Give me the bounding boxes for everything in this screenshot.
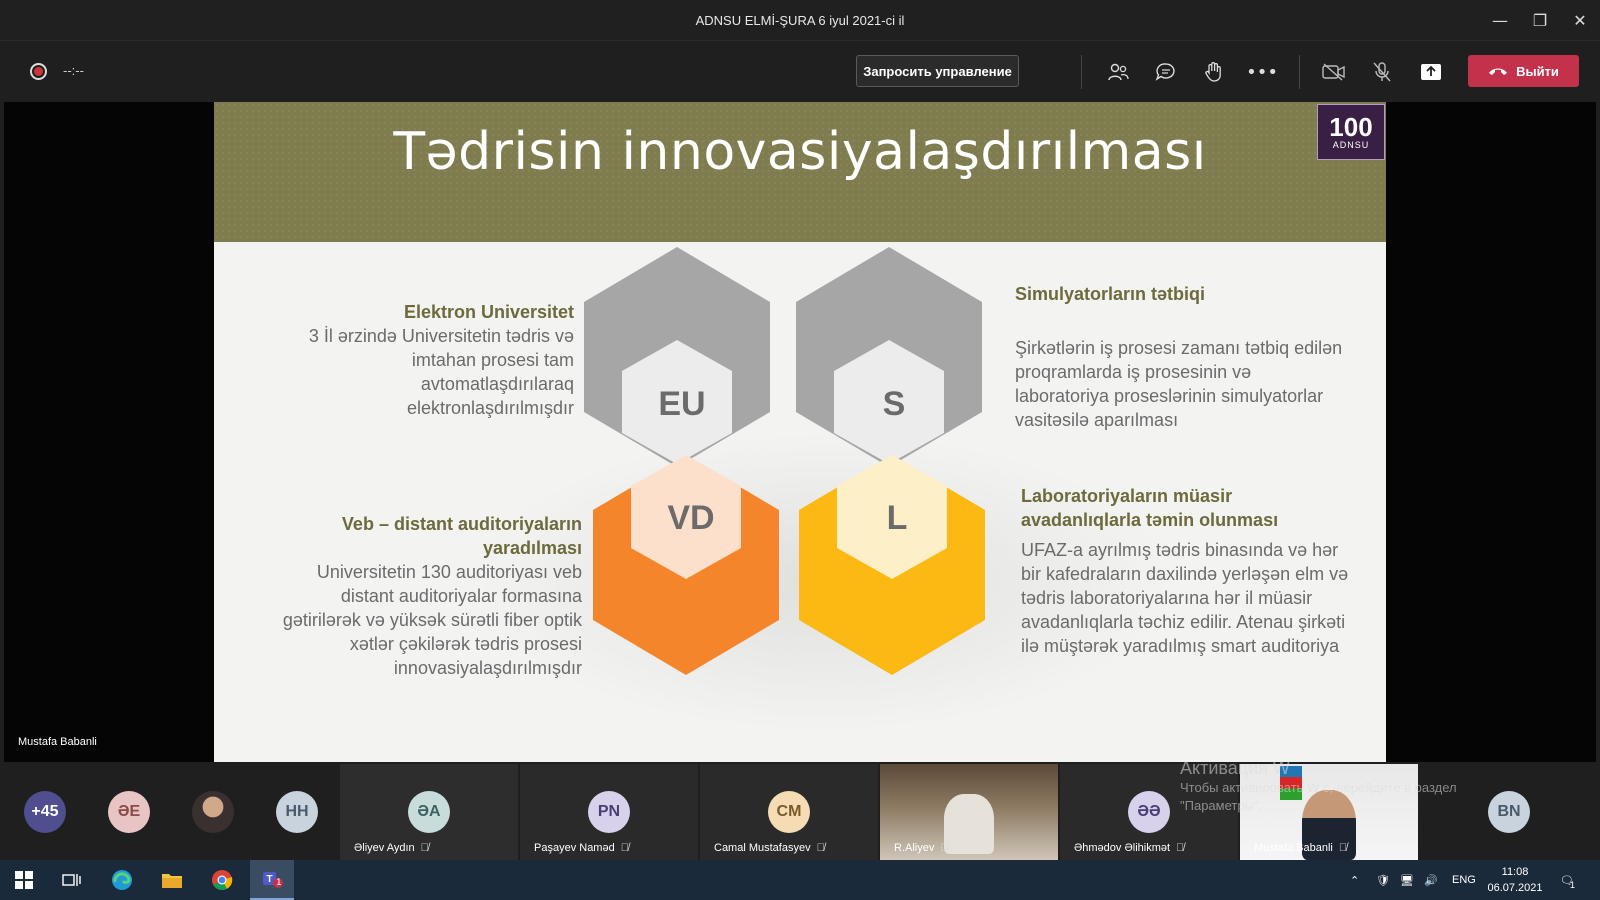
overflow-count-avatar[interactable]: +45	[24, 791, 66, 833]
mic-off-icon: 🎙̸	[1338, 842, 1348, 854]
mic-off-icon[interactable]	[1368, 58, 1396, 86]
participant-tile[interactable]: ƏE	[90, 764, 174, 860]
avatar: ƏA	[408, 791, 450, 833]
avatar: CM	[768, 791, 810, 833]
windows-start-icon[interactable]	[4, 865, 44, 895]
avatar: HH	[276, 791, 318, 833]
language-indicator[interactable]: ENG	[1452, 860, 1476, 900]
meeting-timer: --:--	[63, 63, 84, 78]
participant-video-tile[interactable]: R.Aliyev 🎙̸	[880, 764, 1058, 860]
slide-header: Tədrisin innovasiyalaşdırılması 100 ADNS…	[214, 102, 1386, 242]
vd-hex-label: VD	[667, 499, 715, 537]
hexagon-diagram	[584, 247, 985, 675]
eu-hex-label: EU	[658, 385, 706, 423]
s-text-block: Simulyatorların tətbiqi Şirkətlərin iş p…	[1015, 282, 1345, 432]
vd-text-block: Veb – distant auditoriyaların yaradılmas…	[264, 512, 582, 680]
eu-heading: Elektron Universitet	[403, 302, 574, 322]
vd-body: Universitetin 130 auditoriyası veb dista…	[282, 562, 582, 678]
participant-name: Əhmədov Əlihikmət 🎙̸	[1074, 842, 1185, 854]
participant-name: Əliyev Aydın 🎙̸	[354, 842, 429, 854]
participant-tile[interactable]	[174, 764, 258, 860]
toolbar-divider	[1081, 55, 1082, 89]
l-heading: Laboratoriyaların müasir avadanlıqlarla …	[1021, 486, 1279, 530]
eu-body: 3 İl ərzində Universitetin tədris və imt…	[308, 326, 574, 418]
edge-browser-icon[interactable]	[102, 865, 142, 895]
eu-text-block: Elektron Universitet 3 İl ərzində Univer…	[264, 300, 574, 420]
watermark-line: "Параметры".	[1180, 798, 1263, 813]
windows-taskbar: T 1 ⌃ 🛡 🖥 🔊 ENG 11:08 06.07.2021 🗨 1	[0, 860, 1600, 900]
participant-tile[interactable]: HH	[258, 764, 342, 860]
mic-off-icon: 🎙̸	[420, 842, 429, 854]
file-explorer-icon[interactable]	[152, 865, 192, 895]
s-heading: Simulyatorların tətbiqi	[1015, 284, 1206, 304]
svg-text:T: T	[266, 874, 272, 885]
watermark-line: Чтобы активировать W с, перейдите в разд…	[1180, 780, 1457, 795]
avatar: PN	[588, 791, 630, 833]
close-icon[interactable]: ✕	[1560, 0, 1600, 40]
request-control-button[interactable]: Запросить управление	[856, 55, 1019, 87]
leave-button[interactable]: Выйти	[1468, 55, 1579, 87]
camera-off-icon[interactable]	[1320, 58, 1348, 86]
mic-off-icon: 🎙̸	[940, 842, 949, 854]
presentation-slide: Tədrisin innovasiyalaşdırılması 100 ADNS…	[214, 102, 1386, 762]
recording-icon	[30, 63, 47, 80]
activation-watermark: Активация W Чтобы активировать W с, пере…	[1180, 758, 1457, 815]
chat-icon[interactable]	[1152, 58, 1180, 86]
window-titlebar: ADNSU ELMİ-ŞURA 6 iyul 2021-ci il — ❐ ✕	[0, 0, 1600, 40]
mic-off-icon: 🎙̸	[816, 842, 825, 854]
taskbar-clock[interactable]: 11:08 06.07.2021	[1480, 864, 1550, 896]
watermark-title: Активация W	[1180, 758, 1290, 778]
l-body: UFAZ-a ayrılmış tədris binasında və hər …	[1021, 540, 1349, 656]
window-title: ADNSU ELMİ-ŞURA 6 iyul 2021-ci il	[695, 12, 905, 28]
restore-icon[interactable]: ❐	[1520, 0, 1560, 40]
leave-label: Выйти	[1516, 63, 1559, 79]
s-body: Şirkətlərin iş prosesi zamanı tətbiq edi…	[1015, 338, 1343, 430]
s-hex-label: S	[882, 385, 906, 423]
meeting-toolbar: --:-- Запросить управление ••• Выйти	[0, 40, 1600, 102]
logo-number: 100	[1329, 112, 1373, 142]
notifications-icon[interactable]: 🗨 1	[1560, 860, 1575, 900]
mic-off-icon: 🎙̸	[1176, 842, 1185, 854]
network-icon[interactable]: 🖥	[1400, 860, 1414, 900]
participant-tile[interactable]: CM Camal Mustafasyev 🎙̸	[700, 764, 878, 860]
participant-tile[interactable]: ƏA Əliyev Aydın 🎙̸	[340, 764, 518, 860]
avatar: BN	[1488, 791, 1530, 833]
vd-heading: Veb – distant auditoriyaların yaradılmas…	[341, 514, 582, 558]
avatar-photo	[192, 791, 234, 833]
participant-name: Camal Mustafasyev 🎙̸	[714, 842, 825, 854]
participant-name: R.Aliyev 🎙̸	[894, 842, 949, 854]
share-icon[interactable]	[1417, 58, 1445, 86]
clock-time: 11:08	[1501, 866, 1529, 878]
task-view-icon[interactable]	[52, 865, 92, 895]
logo-text: ADNSU	[1332, 140, 1370, 150]
avatar: ƏE	[108, 791, 150, 833]
chrome-icon[interactable]	[202, 865, 242, 895]
minimize-icon[interactable]: —	[1480, 0, 1520, 40]
phone-hangup-icon	[1488, 64, 1508, 79]
people-icon[interactable]	[1104, 58, 1132, 86]
l-hex-label: L	[886, 499, 908, 537]
teams-badge: 1	[276, 878, 282, 888]
l-text-block: Laboratoriyaların müasir avadanlıqlarla …	[1021, 484, 1351, 658]
volume-icon[interactable]: 🔊	[1424, 860, 1438, 900]
clock-date: 06.07.2021	[1487, 882, 1543, 894]
defender-icon[interactable]: 🛡	[1376, 860, 1390, 900]
tray-chevron-icon[interactable]: ⌃	[1350, 860, 1359, 900]
toolbar-divider	[1299, 55, 1300, 89]
slide-title: Tədrisin innovasiyalaşdırılması	[393, 122, 1207, 182]
participant-video-feed	[944, 794, 994, 854]
participant-name: Paşayev Naməd 🎙̸	[534, 842, 629, 854]
avatar: ƏƏ	[1128, 791, 1170, 833]
participant-tile[interactable]: +45	[0, 764, 90, 860]
teams-icon[interactable]: T 1	[250, 860, 294, 900]
participant-tile[interactable]: PN Paşayev Naməd 🎙̸	[520, 764, 698, 860]
more-icon[interactable]: •••	[1246, 58, 1278, 86]
participant-name: Mustafa Babanli 🎙̸	[1254, 842, 1348, 854]
mic-off-icon: 🎙̸	[620, 842, 629, 854]
raise-hand-icon[interactable]	[1200, 58, 1228, 86]
adnsu-100-logo: 100 ADNSU	[1317, 104, 1385, 160]
active-speaker-label: Mustafa Babanli	[18, 736, 97, 748]
notifications-count: 1	[1569, 880, 1575, 890]
